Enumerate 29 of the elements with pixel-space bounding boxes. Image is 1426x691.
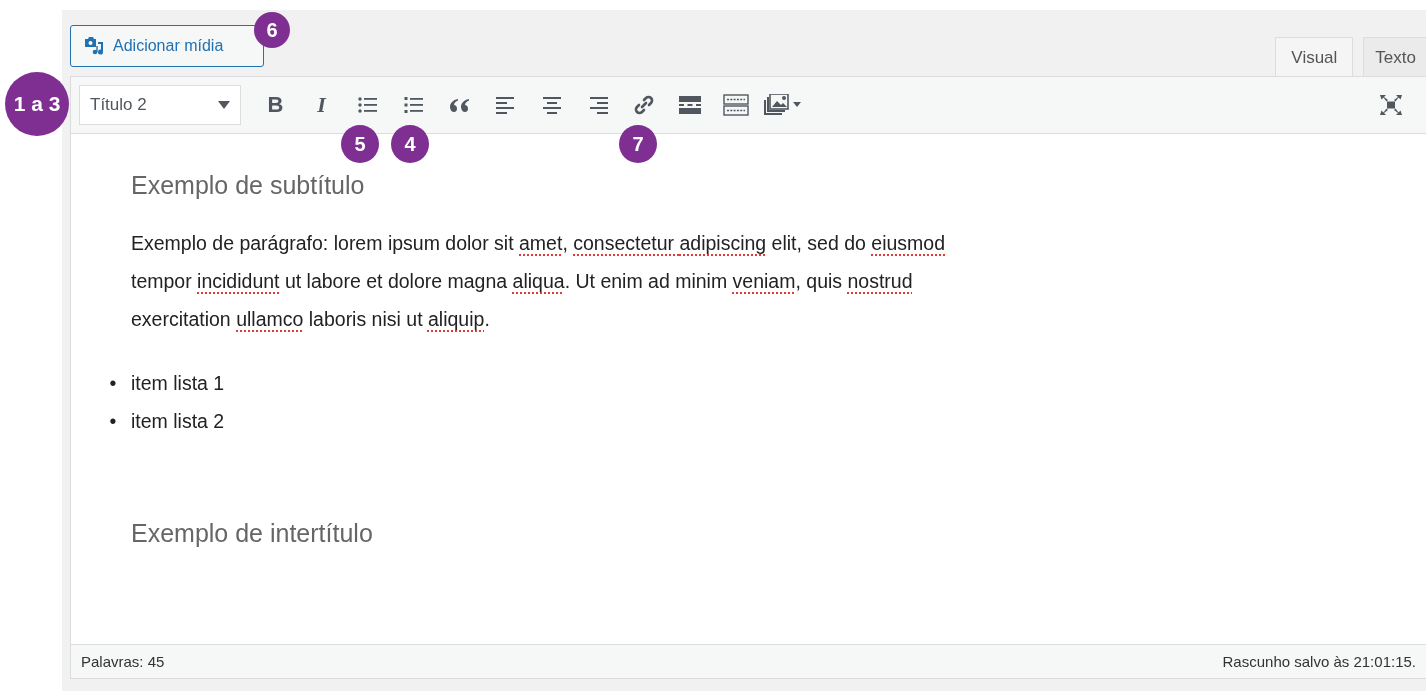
align-left-icon — [495, 96, 516, 114]
paragraph-text: Exemplo de parágrafo: lorem ipsum dolor sit amet, consectetur adipiscing elit, sed do eiusmod tempor incididunt ut labore et dolore magna aliqua. Ut enim ad minim veniam, quis nostrud exercitation ullamco laboris nisi ut aliquip. — [131, 231, 947, 332]
draft-saved-text: Rascunho salvo às 21:01:15. — [1222, 653, 1416, 670]
bullet-marker: • — [108, 371, 118, 395]
list-item: item lista 2 — [131, 409, 225, 433]
numbered-list-icon — [403, 96, 424, 114]
quote-icon — [449, 98, 470, 112]
heading-text: Exemplo de subtítulo — [131, 170, 366, 200]
list-item: item lista 1 — [131, 371, 225, 395]
read-more-icon — [678, 96, 701, 114]
heading-text: Exemplo de intertítulo — [131, 518, 374, 548]
editor-tab[interactable]: Texto — [1363, 37, 1426, 77]
align-center-icon — [541, 96, 562, 114]
fullscreen-icon — [1378, 94, 1403, 116]
add-media-button[interactable]: Adicionar mídia — [70, 25, 264, 67]
bold-button[interactable]: B — [254, 87, 297, 123]
editor-tab[interactable]: Visual — [1275, 37, 1354, 77]
gallery-icon — [762, 94, 801, 116]
link-icon — [632, 94, 655, 116]
annotation-badge: 1 a 3 — [5, 72, 69, 136]
caret-icon — [218, 101, 230, 109]
align-right-icon — [587, 96, 608, 114]
italic-button[interactable]: I — [300, 87, 343, 123]
word-count: Palavras: 45 — [81, 653, 165, 670]
bullet-marker: • — [108, 409, 118, 433]
format-dropdown[interactable]: Título 2 — [79, 85, 241, 125]
keyboard-icon — [722, 94, 749, 116]
media-icon — [83, 36, 105, 56]
bullet-list-icon — [357, 96, 378, 114]
